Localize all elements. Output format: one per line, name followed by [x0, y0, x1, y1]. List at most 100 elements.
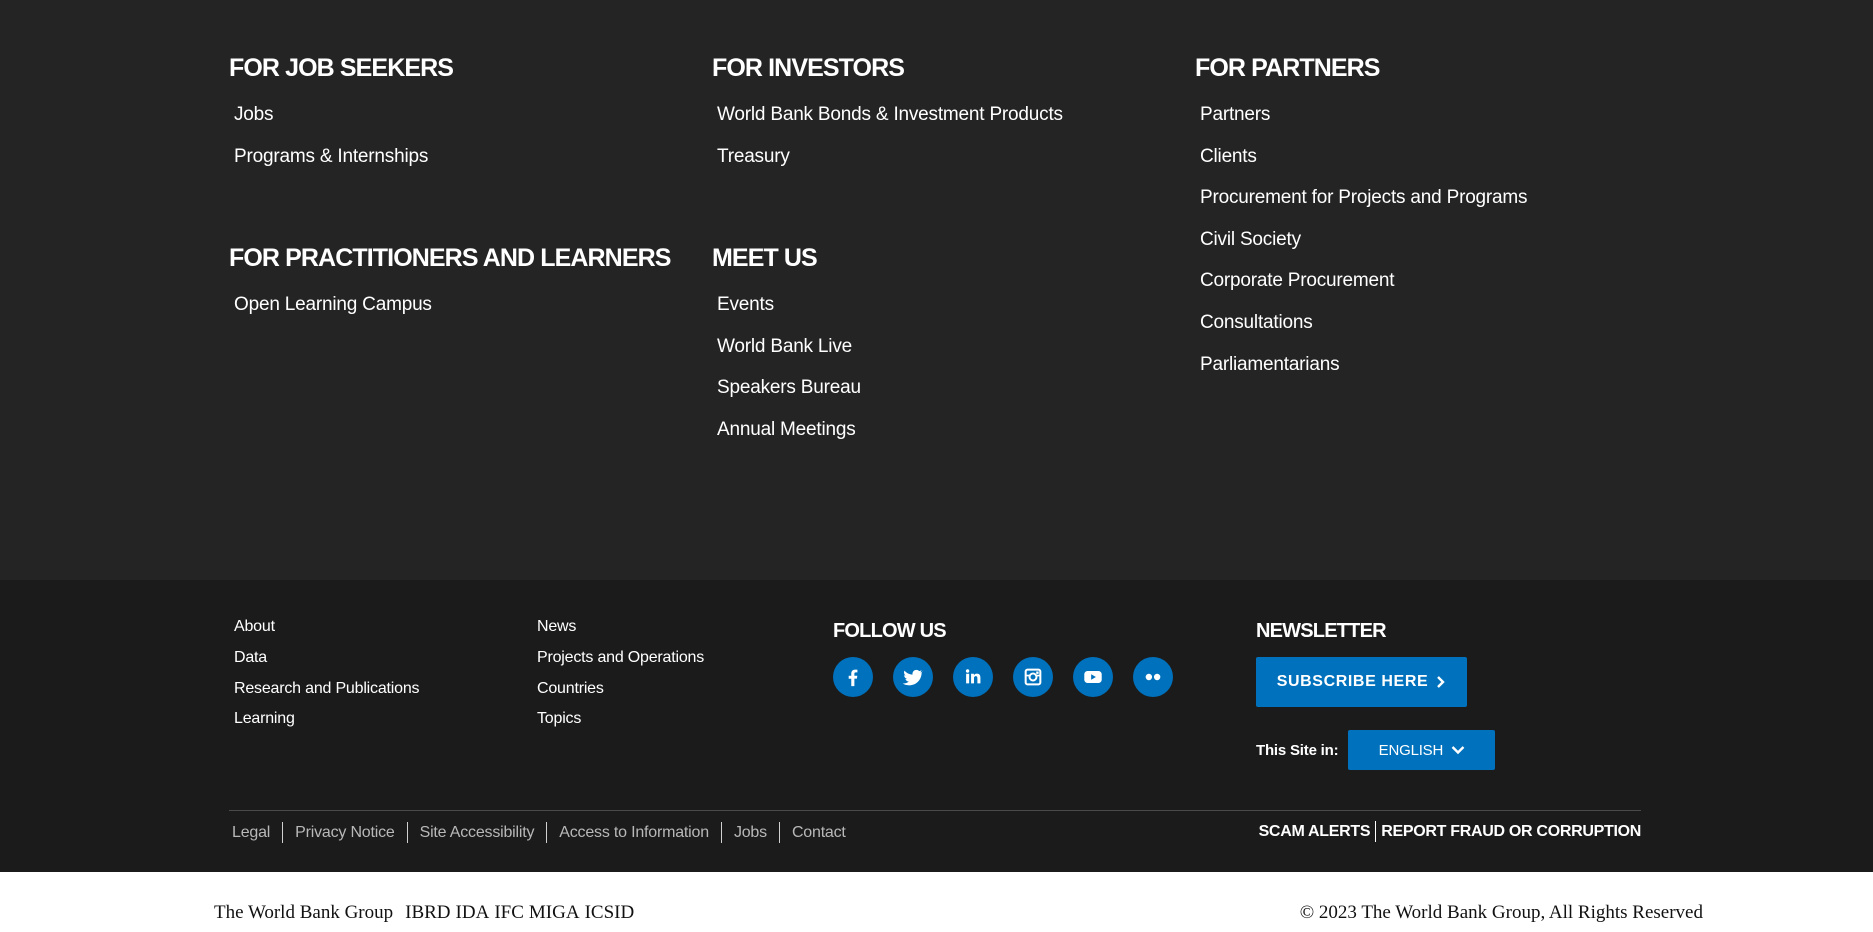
linkedin-button[interactable] — [953, 657, 993, 697]
list-item: Parliamentarians — [1195, 353, 1527, 395]
list-item: Projects and Operations — [537, 649, 704, 680]
group-name: The World Bank Group — [214, 902, 394, 923]
facebook-icon — [848, 669, 858, 687]
language-label: ENGLISH — [1378, 741, 1444, 759]
instagram-button[interactable] — [1013, 657, 1053, 697]
bonds-investment-link[interactable]: World Bank Bonds & Investment Products — [717, 103, 1063, 127]
list-item: Topics — [537, 710, 704, 741]
list-item: Jobs — [229, 103, 428, 145]
access-to-information-link[interactable]: Access to Information — [547, 823, 721, 843]
twitter-button[interactable] — [893, 657, 933, 697]
news-link[interactable]: News — [537, 618, 576, 635]
partners-heading: FOR PARTNERS — [1195, 54, 1380, 82]
topics-link[interactable]: Topics — [537, 710, 581, 727]
corporate-procurement-link[interactable]: Corporate Procurement — [1200, 269, 1395, 293]
flickr-button[interactable] — [1133, 657, 1173, 697]
copyright-strip: The World Bank Group IBRD IDA IFC MIGA I… — [0, 872, 1873, 932]
footer-divider — [229, 810, 1641, 811]
treasury-link[interactable]: Treasury — [717, 145, 790, 169]
data-link[interactable]: Data — [234, 649, 267, 666]
privacy-notice-link[interactable]: Privacy Notice — [283, 823, 406, 843]
list-item: Consultations — [1195, 311, 1527, 353]
meet-us-group: MEET US Events World Bank Live Speakers … — [712, 243, 1182, 440]
chevron-down-icon — [1451, 746, 1465, 755]
world-bank-live-link[interactable]: World Bank Live — [717, 335, 852, 359]
newsletter-title: NEWSLETTER — [1256, 620, 1387, 642]
meet-us-links: Events World Bank Live Speakers Bureau A… — [712, 293, 861, 459]
footer-bottom-section: About Data Research and Publications Lea… — [0, 580, 1873, 872]
follow-us-title: FOLLOW US — [833, 620, 947, 642]
report-fraud-link[interactable]: REPORT FRAUD OR CORRUPTION — [1376, 823, 1641, 841]
practitioners-heading: FOR PRACTITIONERS AND LEARNERS — [229, 244, 671, 272]
practitioners-group: FOR PRACTITIONERS AND LEARNERS Open Lear… — [229, 243, 699, 315]
investors-links: World Bank Bonds & Investment Products T… — [712, 103, 1063, 186]
org-ifc: IFC — [494, 902, 524, 923]
chevron-right-icon — [1437, 676, 1445, 688]
quick-links-column-1: About Data Research and Publications Lea… — [234, 618, 420, 741]
site-language-row: This Site in: ENGLISH — [1256, 730, 1496, 770]
copyright-text: © 2023 The World Bank Group, All Rights … — [1299, 902, 1703, 923]
job-seekers-links: Jobs Programs & Internships — [229, 103, 428, 186]
annual-meetings-link[interactable]: Annual Meetings — [717, 418, 856, 442]
youtube-icon — [1084, 671, 1102, 683]
parliamentarians-link[interactable]: Parliamentarians — [1200, 353, 1340, 377]
scam-alerts-link[interactable]: SCAM ALERTS — [1254, 823, 1376, 841]
legal-link[interactable]: Legal — [229, 823, 282, 843]
youtube-button[interactable] — [1073, 657, 1113, 697]
partners-group: FOR PARTNERS Partners Clients Procuremen… — [1195, 53, 1665, 375]
alerts-links: SCAM ALERTS REPORT FRAUD OR CORRUPTION — [1254, 821, 1641, 842]
practitioners-links: Open Learning Campus — [229, 293, 432, 335]
list-item: Learning — [234, 710, 419, 741]
subscribe-button[interactable]: SUBSCRIBE HERE — [1256, 657, 1467, 707]
list-item: About — [234, 618, 419, 649]
about-link[interactable]: About — [234, 618, 275, 635]
world-bank-group-line: The World Bank Group IBRD IDA IFC MIGA I… — [214, 902, 634, 924]
list-item: Events — [712, 293, 861, 335]
list-item: Partners — [1195, 103, 1527, 145]
org-miga: MIGA — [528, 902, 580, 923]
procurement-projects-link[interactable]: Procurement for Projects and Programs — [1200, 186, 1528, 210]
language-selector[interactable]: ENGLISH — [1348, 730, 1496, 770]
investors-group: FOR INVESTORS World Bank Bonds & Investm… — [712, 53, 1182, 167]
job-seekers-group: FOR JOB SEEKERS Jobs Programs & Internsh… — [229, 53, 699, 167]
open-learning-campus-link[interactable]: Open Learning Campus — [234, 293, 432, 317]
partners-links: Partners Clients Procurement for Project… — [1195, 103, 1528, 395]
org-ida: IDA — [455, 902, 490, 923]
subscribe-label: SUBSCRIBE HERE — [1276, 673, 1429, 690]
jobs-footer-link[interactable]: Jobs — [722, 823, 779, 843]
contact-link[interactable]: Contact — [780, 823, 858, 843]
job-seekers-heading: FOR JOB SEEKERS — [229, 54, 454, 82]
org-ibrd: IBRD — [405, 902, 451, 923]
list-item: World Bank Bonds & Investment Products — [712, 103, 1063, 145]
list-item: Speakers Bureau — [712, 376, 861, 418]
clients-link[interactable]: Clients — [1200, 145, 1257, 169]
flickr-icon — [1145, 673, 1161, 681]
events-link[interactable]: Events — [717, 293, 774, 317]
projects-operations-link[interactable]: Projects and Operations — [537, 649, 704, 666]
programs-internships-link[interactable]: Programs & Internships — [234, 145, 428, 169]
jobs-link[interactable]: Jobs — [234, 103, 274, 127]
countries-link[interactable]: Countries — [537, 680, 604, 697]
list-item: Treasury — [712, 145, 1063, 187]
quick-links-column-2: News Projects and Operations Countries T… — [537, 618, 704, 741]
list-item: Research and Publications — [234, 680, 420, 711]
site-in-label: This Site in: — [1256, 741, 1339, 759]
partners-link[interactable]: Partners — [1200, 103, 1270, 127]
member-orgs: IBRD IDA IFC MIGA ICSID — [405, 902, 634, 924]
org-icsid: ICSID — [584, 902, 635, 923]
learning-link[interactable]: Learning — [234, 710, 295, 727]
list-item: Procurement for Projects and Programs — [1195, 186, 1528, 228]
list-item: Countries — [537, 680, 704, 711]
speakers-bureau-link[interactable]: Speakers Bureau — [717, 376, 861, 400]
list-item: Civil Society — [1195, 228, 1527, 270]
list-item: Clients — [1195, 145, 1527, 187]
consultations-link[interactable]: Consultations — [1200, 311, 1313, 335]
linkedin-icon — [965, 669, 981, 684]
list-item: Annual Meetings — [712, 418, 861, 460]
civil-society-link[interactable]: Civil Society — [1200, 228, 1301, 252]
investors-heading: FOR INVESTORS — [712, 54, 905, 82]
facebook-button[interactable] — [833, 657, 873, 697]
research-publications-link[interactable]: Research and Publications — [234, 680, 420, 697]
list-item: Corporate Procurement — [1195, 269, 1527, 311]
site-accessibility-link[interactable]: Site Accessibility — [408, 823, 547, 843]
